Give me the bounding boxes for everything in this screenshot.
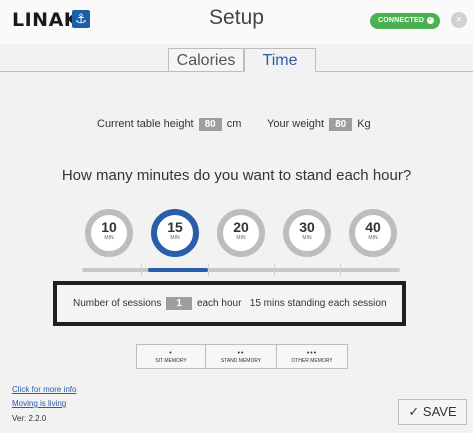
minutes-slider-selection[interactable]	[148, 268, 208, 272]
minutes-value: 10	[101, 219, 117, 235]
more-info-link[interactable]: Click for more info	[12, 385, 76, 394]
connection-status-badge: CONNECTED ✓	[370, 13, 441, 29]
minutes-option-30[interactable]: 30 MIN	[283, 209, 331, 257]
minutes-option-15[interactable]: 15 MIN	[151, 209, 199, 257]
stand-memory-button[interactable]: •• STAND MEMORY	[205, 344, 277, 369]
minutes-unit: MIN	[170, 235, 180, 241]
minutes-value: 30	[299, 219, 315, 235]
minutes-value: 20	[233, 219, 249, 235]
sit-memory-label: SIT MEMORY	[155, 358, 187, 364]
moving-is-living-link[interactable]: Moving is living	[12, 399, 66, 408]
minutes-option-20[interactable]: 20 MIN	[217, 209, 265, 257]
slider-tick	[340, 264, 341, 276]
slider-tick	[208, 264, 209, 276]
checkmark-icon: ✓	[408, 404, 420, 419]
stand-question: How many minutes do you want to stand ea…	[61, 167, 412, 184]
minutes-option-40[interactable]: 40 MIN	[349, 209, 397, 257]
minutes-unit: MIN	[368, 235, 378, 241]
version-label: Ver: 2.2.0	[12, 414, 47, 423]
sit-memory-dots-icon: •	[169, 350, 173, 357]
stand-memory-label: STAND MEMORY	[220, 358, 262, 364]
weight-unit: Kg	[357, 118, 371, 130]
memory-button-group: • SIT MEMORY •• STAND MEMORY ••• OTHER M…	[136, 344, 348, 369]
other-memory-label: OTHER MEMORY	[291, 358, 333, 364]
minutes-unit: MIN	[104, 235, 114, 241]
sit-memory-button[interactable]: • SIT MEMORY	[136, 344, 206, 369]
table-height-value: 80	[198, 118, 222, 131]
connection-status-label: CONNECTED	[378, 17, 425, 24]
minutes-unit: MIN	[302, 235, 312, 241]
other-memory-dots-icon: •••	[306, 350, 318, 357]
slider-tick	[274, 264, 275, 276]
sessions-value[interactable]: 1	[166, 297, 192, 310]
weight-label: Your weight	[267, 118, 325, 130]
weight-value[interactable]: 80	[329, 118, 353, 131]
table-height-label: Current table height	[97, 118, 194, 130]
other-memory-button[interactable]: ••• OTHER MEMORY	[276, 344, 348, 369]
sessions-info: Number of sessions 1 each hour 15 mins sta…	[73, 297, 387, 310]
minutes-option-10[interactable]: 10 MIN	[85, 209, 133, 257]
save-label: SAVE	[422, 404, 457, 419]
sessions-summary: 15 mins standing each session	[249, 298, 387, 309]
slider-tick	[141, 264, 142, 276]
minutes-slider-track[interactable]	[82, 268, 400, 272]
stand-memory-dots-icon: ••	[237, 350, 245, 357]
sessions-suffix: each hour	[196, 298, 242, 309]
table-height-info: Current table height 80 cm	[97, 118, 241, 131]
weight-info: Your weight 80 Kg	[267, 118, 371, 131]
close-icon[interactable]: ×	[451, 12, 467, 28]
minutes-value: 15	[167, 219, 183, 235]
sessions-label: Number of sessions	[73, 298, 162, 309]
minutes-value: 40	[365, 219, 381, 235]
tab-time[interactable]: Time	[244, 48, 316, 72]
tab-calories[interactable]: Calories	[168, 48, 244, 72]
table-height-unit: cm	[226, 118, 242, 130]
save-button[interactable]: ✓ SAVE	[398, 399, 467, 425]
minutes-unit: MIN	[236, 235, 246, 241]
connected-check-icon: ✓	[427, 16, 435, 24]
